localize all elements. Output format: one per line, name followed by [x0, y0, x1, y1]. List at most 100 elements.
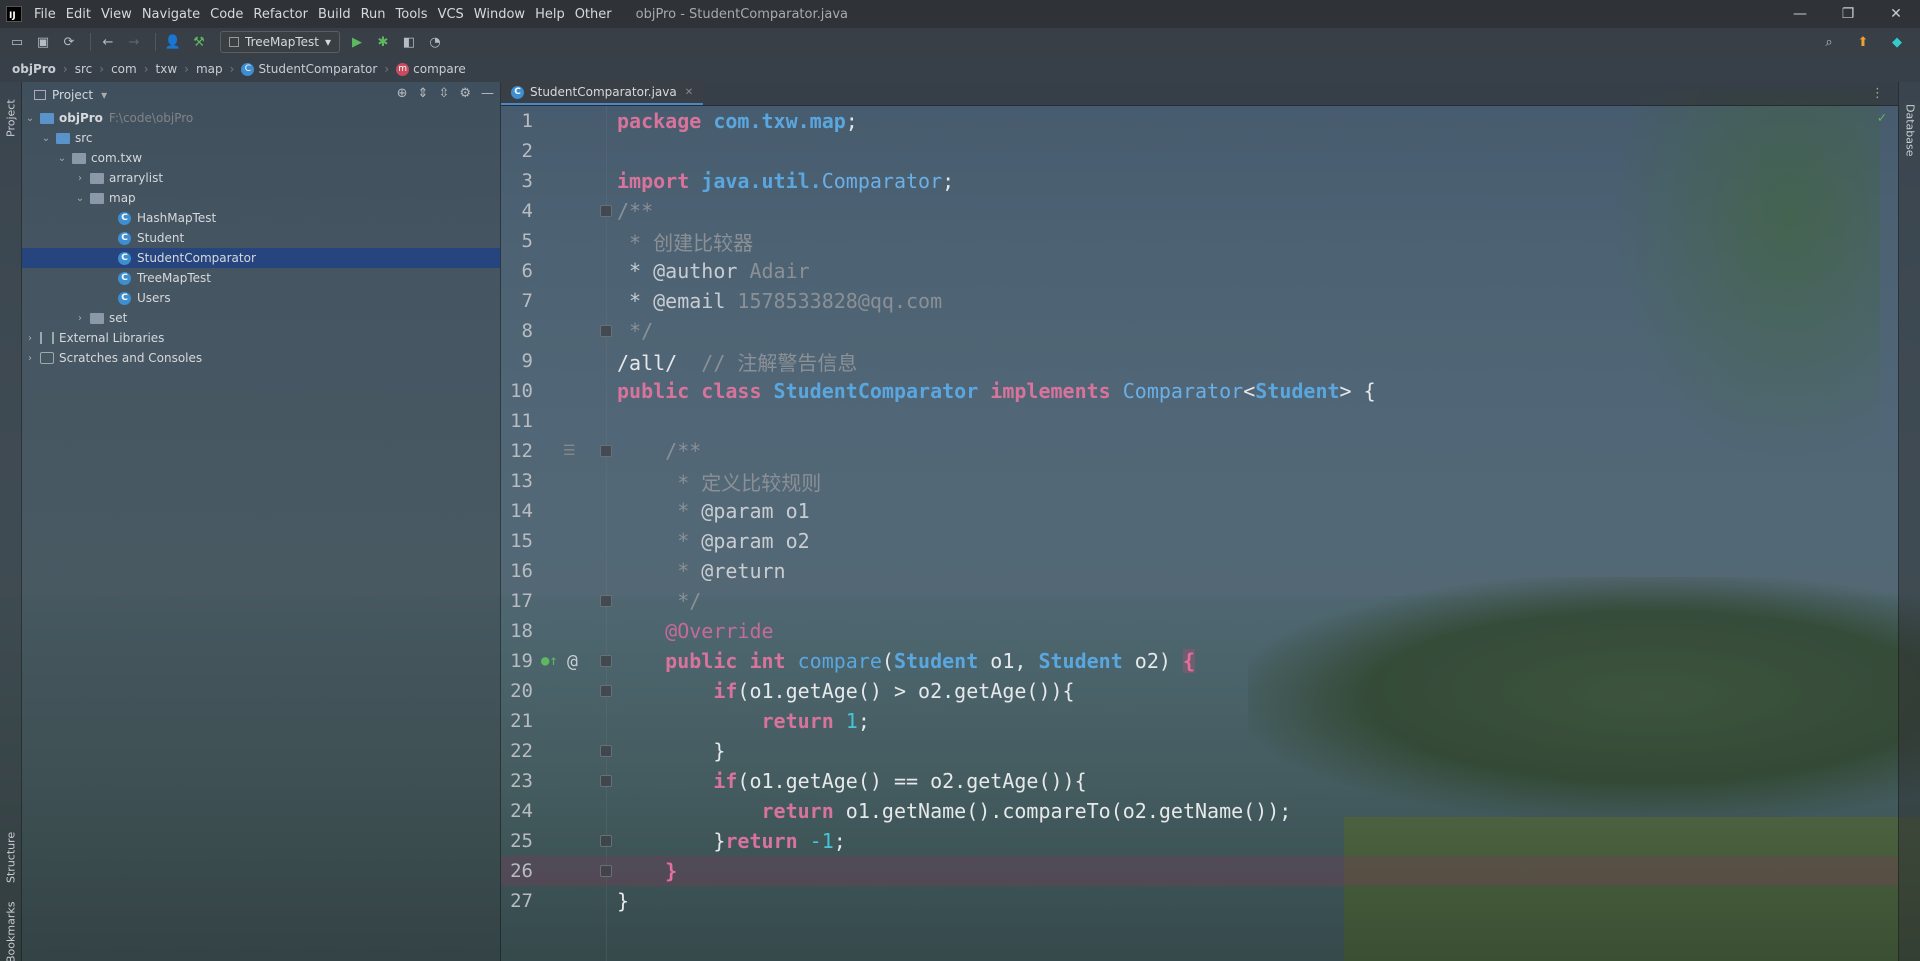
- chevron-right-icon[interactable]: ›: [74, 173, 86, 184]
- chevron-right-icon[interactable]: ›: [74, 313, 86, 324]
- tree-item-hashmaptest[interactable]: C HashMapTest: [22, 208, 500, 228]
- tree-item-objpro[interactable]: ⌄ objPro F:\code\objPro: [22, 108, 500, 128]
- fold-marker-icon[interactable]: [600, 595, 612, 607]
- line-number: 16: [510, 560, 533, 582]
- breadcrumb-map[interactable]: map: [196, 62, 223, 76]
- tree-item-scratches[interactable]: › Scratches and Consoles: [22, 348, 500, 368]
- open-folder-icon[interactable]: ▭: [6, 31, 28, 53]
- fold-marker-icon[interactable]: [600, 655, 612, 667]
- debug-icon[interactable]: ✱: [372, 31, 394, 53]
- breadcrumb-project[interactable]: objPro: [12, 62, 56, 76]
- breadcrumb-class[interactable]: C StudentComparator: [241, 62, 377, 76]
- breadcrumb-txw[interactable]: txw: [156, 62, 178, 76]
- save-icon[interactable]: ▣: [32, 31, 54, 53]
- menu-other[interactable]: Other: [575, 7, 612, 22]
- tree-item-external-libraries[interactable]: › External Libraries: [22, 328, 500, 348]
- chevron-down-icon[interactable]: ⌄: [56, 153, 68, 164]
- project-icon: [34, 90, 46, 100]
- tree-item-studentcomparator[interactable]: C StudentComparator: [22, 248, 500, 268]
- close-button[interactable]: ✕: [1872, 0, 1920, 28]
- breadcrumb-src[interactable]: src: [75, 62, 93, 76]
- menu-view[interactable]: View: [101, 7, 132, 22]
- project-panel-title[interactable]: Project: [52, 88, 93, 102]
- update-icon[interactable]: ⬆: [1852, 31, 1874, 53]
- fold-marker-icon[interactable]: [600, 205, 612, 217]
- code-area[interactable]: 1 package com.txw.map; 2 3 import java.u…: [501, 106, 1898, 961]
- code-line: 8 */: [501, 316, 1898, 346]
- sync-icon[interactable]: ⟳: [58, 31, 80, 53]
- menu-run[interactable]: Run: [361, 7, 386, 22]
- fold-marker-icon[interactable]: [600, 775, 612, 787]
- tree-item-map[interactable]: ⌄ map: [22, 188, 500, 208]
- menu-window[interactable]: Window: [474, 7, 525, 22]
- close-icon[interactable]: ✕: [685, 87, 693, 98]
- run-configuration-dropdown[interactable]: TreeMapTest ▾: [220, 31, 340, 53]
- jetbrains-icon[interactable]: ◆: [1886, 31, 1908, 53]
- gear-icon[interactable]: ⚙: [459, 86, 471, 101]
- tree-item-src[interactable]: ⌄ src: [22, 128, 500, 148]
- fold-marker-icon[interactable]: [600, 745, 612, 757]
- code-line: 21 return 1;: [501, 706, 1898, 736]
- menu-edit[interactable]: Edit: [66, 7, 91, 22]
- chevron-down-icon[interactable]: ▾: [101, 88, 107, 102]
- fold-marker-icon[interactable]: [600, 835, 612, 847]
- bookmarks-tool-tab[interactable]: Bookmarks: [0, 901, 22, 961]
- fold-marker-icon[interactable]: [600, 685, 612, 697]
- more-vertical-icon[interactable]: ⋮: [1871, 86, 1884, 101]
- chevron-down-icon: ▾: [324, 35, 331, 49]
- chevron-right-icon[interactable]: ›: [24, 333, 36, 344]
- vcs-user-icon[interactable]: 👤: [162, 31, 184, 53]
- hide-icon[interactable]: —: [481, 86, 494, 101]
- doc-render-icon[interactable]: ☰: [563, 443, 576, 459]
- editor-tab-studentcomparator[interactable]: C StudentComparator.java ✕: [501, 81, 704, 105]
- tree-item-arrarylist[interactable]: › arrarylist: [22, 168, 500, 188]
- breadcrumb-method[interactable]: m compare: [396, 62, 466, 76]
- chevron-down-icon[interactable]: ⌄: [40, 133, 52, 144]
- menu-code[interactable]: Code: [210, 7, 243, 22]
- breadcrumb-com[interactable]: com: [111, 62, 137, 76]
- restore-button[interactable]: ❐: [1824, 0, 1872, 28]
- forward-arrow-icon[interactable]: →: [123, 31, 145, 53]
- annotation-at-icon[interactable]: @: [567, 651, 578, 672]
- line-number: 26: [510, 860, 533, 882]
- build-hammer-icon[interactable]: ⚒: [188, 31, 210, 53]
- run-icon[interactable]: ▶: [346, 31, 368, 53]
- line-number: 7: [521, 290, 533, 312]
- package-icon: [72, 152, 86, 164]
- implements-method-icon[interactable]: ●↑: [541, 653, 558, 669]
- coverage-icon[interactable]: ◧: [398, 31, 420, 53]
- locate-icon[interactable]: ⊕: [397, 86, 408, 101]
- menu-file[interactable]: File: [34, 7, 56, 22]
- menu-help[interactable]: Help: [535, 7, 565, 22]
- project-tool-tab[interactable]: Project: [0, 88, 22, 148]
- tree-item-student[interactable]: C Student: [22, 228, 500, 248]
- tree-item-users[interactable]: C Users: [22, 288, 500, 308]
- chevron-down-icon[interactable]: ⌄: [24, 113, 36, 124]
- menu-refactor[interactable]: Refactor: [253, 7, 308, 22]
- menu-build[interactable]: Build: [318, 7, 351, 22]
- minimize-button[interactable]: —: [1776, 0, 1824, 28]
- back-arrow-icon[interactable]: ←: [97, 31, 119, 53]
- menu-navigate[interactable]: Navigate: [142, 7, 200, 22]
- fold-marker-icon[interactable]: [600, 445, 612, 457]
- tree-item-set[interactable]: › set: [22, 308, 500, 328]
- line-number: 23: [510, 770, 533, 792]
- tree-item-com-txw[interactable]: ⌄ com.txw: [22, 148, 500, 168]
- checkmark-icon[interactable]: ✓: [1878, 110, 1886, 126]
- tree-item-treemaptest[interactable]: C TreeMapTest: [22, 268, 500, 288]
- structure-tool-tab[interactable]: Structure: [0, 822, 22, 892]
- fold-marker-icon[interactable]: [600, 865, 612, 877]
- line-number: 13: [510, 470, 533, 492]
- search-icon[interactable]: ⌕: [1818, 31, 1840, 53]
- line-number: 21: [510, 710, 533, 732]
- chevron-down-icon[interactable]: ⌄: [74, 193, 86, 204]
- menu-vcs[interactable]: VCS: [438, 7, 464, 22]
- breadcrumb: objPro › src › com › txw › map › C StudentComp…: [0, 56, 1920, 82]
- fold-marker-icon[interactable]: [600, 325, 612, 337]
- database-tool-tab[interactable]: Database: [1899, 90, 1920, 170]
- menu-tools[interactable]: Tools: [396, 7, 428, 22]
- profile-icon[interactable]: ◔: [424, 31, 446, 53]
- collapse-all-icon[interactable]: ⇳: [438, 86, 449, 101]
- expand-all-icon[interactable]: ⇕: [418, 86, 429, 101]
- chevron-right-icon[interactable]: ›: [24, 353, 36, 364]
